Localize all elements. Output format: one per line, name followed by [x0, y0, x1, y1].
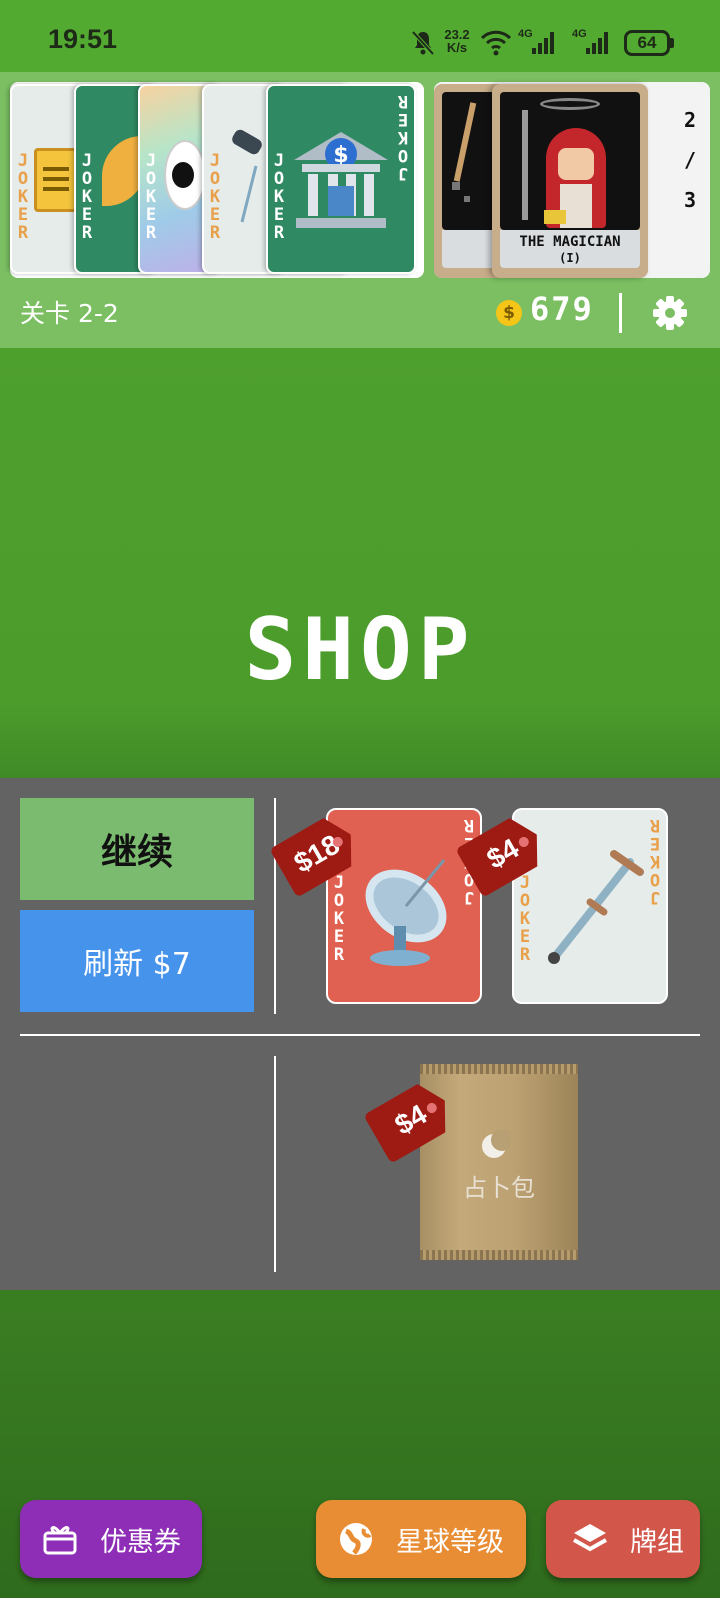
booster-pack[interactable]: [420, 1064, 578, 1260]
satellite-dish-icon: [348, 848, 460, 968]
booster-pack-label: 占卜包: [463, 1174, 535, 1202]
coupon-button[interactable]: 优惠券: [20, 1500, 202, 1578]
coupon-label: 优惠券: [100, 1526, 181, 1558]
joker-label: JOKER: [333, 873, 345, 965]
money-amount: 679: [530, 290, 594, 328]
bank-icon: $: [288, 126, 394, 236]
joker-card-5[interactable]: JOKER JOKER $: [266, 84, 416, 274]
joker-label: JOKER: [273, 151, 285, 243]
tarot-card-2[interactable]: THE MAGICIAN (I): [492, 84, 648, 278]
ticket-icon: [34, 148, 78, 212]
joker-label-rotated: JOKER: [649, 815, 661, 907]
signal-1-icon: 4G: [518, 28, 560, 58]
wifi-icon: [478, 28, 514, 58]
gear-icon[interactable]: [652, 295, 688, 331]
moon-icon: [480, 1129, 513, 1160]
globe-icon: [334, 1517, 378, 1561]
shop-divider-horizontal: [20, 1034, 700, 1036]
level-label: 关卡 2-2: [20, 299, 119, 328]
net-speed-unit: K/s: [446, 40, 468, 55]
joker-label: JOKER: [145, 151, 157, 243]
signal-2-icon: 4G: [572, 28, 614, 58]
magician-art: [500, 92, 640, 230]
status-clock: 19:51: [48, 24, 118, 54]
coin-icon: $: [496, 300, 522, 326]
joker-label: JOKER: [17, 151, 29, 243]
refresh-button[interactable]: 刷新 $7: [20, 910, 254, 1012]
consumable-count: 2 / 3: [672, 100, 708, 220]
layers-icon: [568, 1517, 612, 1561]
mute-bell-icon: [410, 30, 436, 60]
deck-button[interactable]: 牌组: [546, 1500, 700, 1578]
deck-label: 牌组: [630, 1526, 684, 1558]
planet-level-label: 星球等级: [396, 1526, 504, 1558]
shop-divider-vertical: [274, 1056, 276, 1272]
battery-indicator: 64: [624, 30, 670, 56]
shop-divider-vertical: [274, 798, 276, 1014]
tarot-card-numeral: (I): [559, 251, 581, 265]
tarot-card-title: THE MAGICIAN: [519, 234, 621, 250]
crutch-icon: [534, 846, 646, 972]
battery-tip: [670, 38, 674, 48]
count-current: 2: [683, 108, 697, 132]
gift-card-icon: [38, 1517, 82, 1561]
count-separator: /: [683, 148, 697, 172]
joker-label-rotated: JOKER: [397, 91, 409, 183]
net-speed: 23.2 K/s: [440, 28, 474, 58]
count-max: 3: [683, 188, 697, 212]
googly-eye-icon: [164, 140, 206, 210]
joker-label: JOKER: [209, 151, 221, 243]
joker-label: JOKER: [519, 873, 531, 965]
shop-title: SHOP: [244, 600, 476, 700]
continue-button[interactable]: 继续: [20, 798, 254, 900]
joker-label: JOKER: [81, 151, 93, 243]
tarot-card-name: THE MAGICIAN (I): [500, 230, 640, 268]
planet-level-button[interactable]: 星球等级: [316, 1500, 526, 1578]
header-divider: [619, 293, 622, 333]
